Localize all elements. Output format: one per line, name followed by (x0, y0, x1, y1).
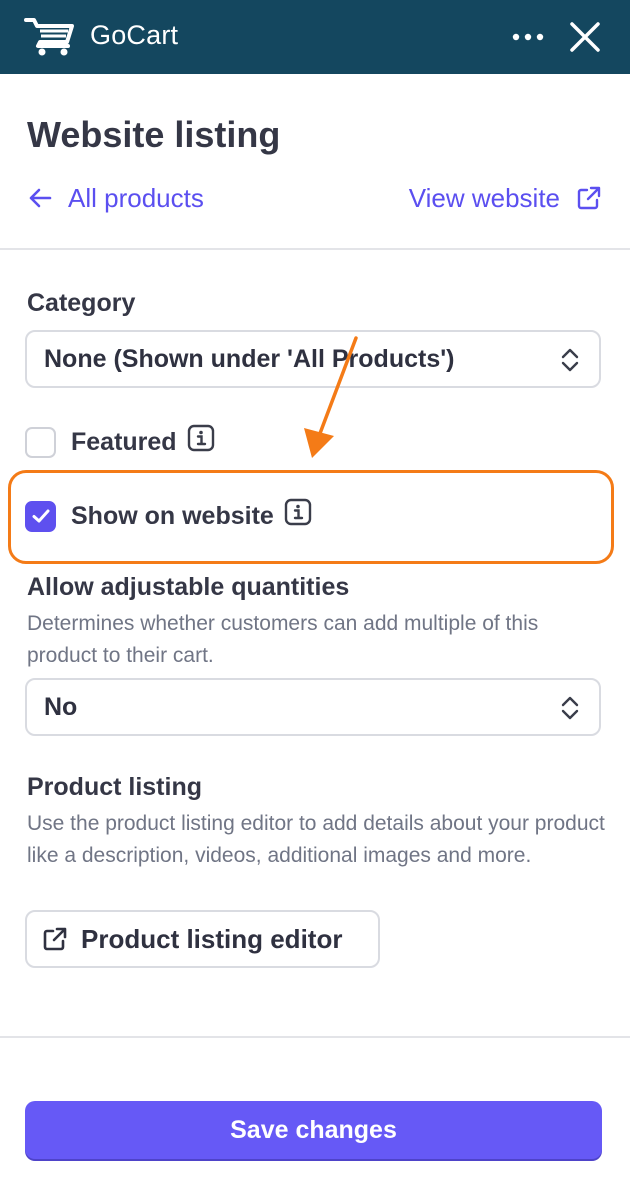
show-on-website-row: Show on website (25, 498, 312, 534)
page-title: Website listing (27, 114, 281, 155)
save-changes-label: Save changes (230, 1115, 397, 1144)
product-listing-help-text: Use the product listing editor to add de… (27, 812, 605, 867)
header-divider (0, 248, 630, 250)
quantities-select[interactable]: No (25, 678, 601, 736)
featured-checkbox[interactable] (25, 426, 56, 458)
chevron-up-down-icon (561, 696, 579, 720)
featured-row: Featured (25, 424, 215, 460)
annotation-arrow-icon (304, 336, 358, 458)
show-on-website-checkbox[interactable] (25, 500, 56, 532)
quantities-help-text: Determines whether customers can add mul… (27, 612, 539, 667)
quantities-selected-value: No (44, 692, 78, 721)
info-icon[interactable] (187, 424, 215, 452)
arrow-left-icon (29, 188, 52, 208)
category-selected-value: None (Shown under 'All Products') (44, 344, 455, 373)
featured-label: Featured (71, 427, 177, 456)
footer-divider (0, 1036, 630, 1038)
checkmark-icon (32, 509, 49, 523)
info-icon[interactable] (284, 498, 312, 526)
product-listing-label: Product listing (27, 773, 202, 801)
product-listing-editor-label: Product listing editor (81, 923, 343, 954)
app-header: GoCart (0, 0, 630, 74)
more-options-icon[interactable] (507, 22, 549, 52)
shopping-cart-icon (24, 18, 74, 56)
show-on-website-label: Show on website (71, 501, 274, 530)
all-products-label: All products (68, 182, 204, 213)
all-products-link[interactable]: All products (26, 180, 204, 216)
save-changes-button[interactable]: Save changes (25, 1101, 602, 1159)
quantities-label: Allow adjustable quantities (27, 573, 350, 601)
external-link-icon (577, 186, 601, 210)
product-listing-editor-button[interactable]: Product listing editor (25, 910, 380, 968)
external-link-icon (43, 927, 67, 951)
close-icon[interactable] (564, 16, 606, 58)
app-title: GoCart (90, 20, 179, 50)
view-website-label: View website (408, 182, 560, 213)
view-website-link[interactable]: View website (409, 180, 602, 216)
category-label: Category (27, 289, 136, 317)
chevron-up-down-icon (561, 348, 579, 372)
